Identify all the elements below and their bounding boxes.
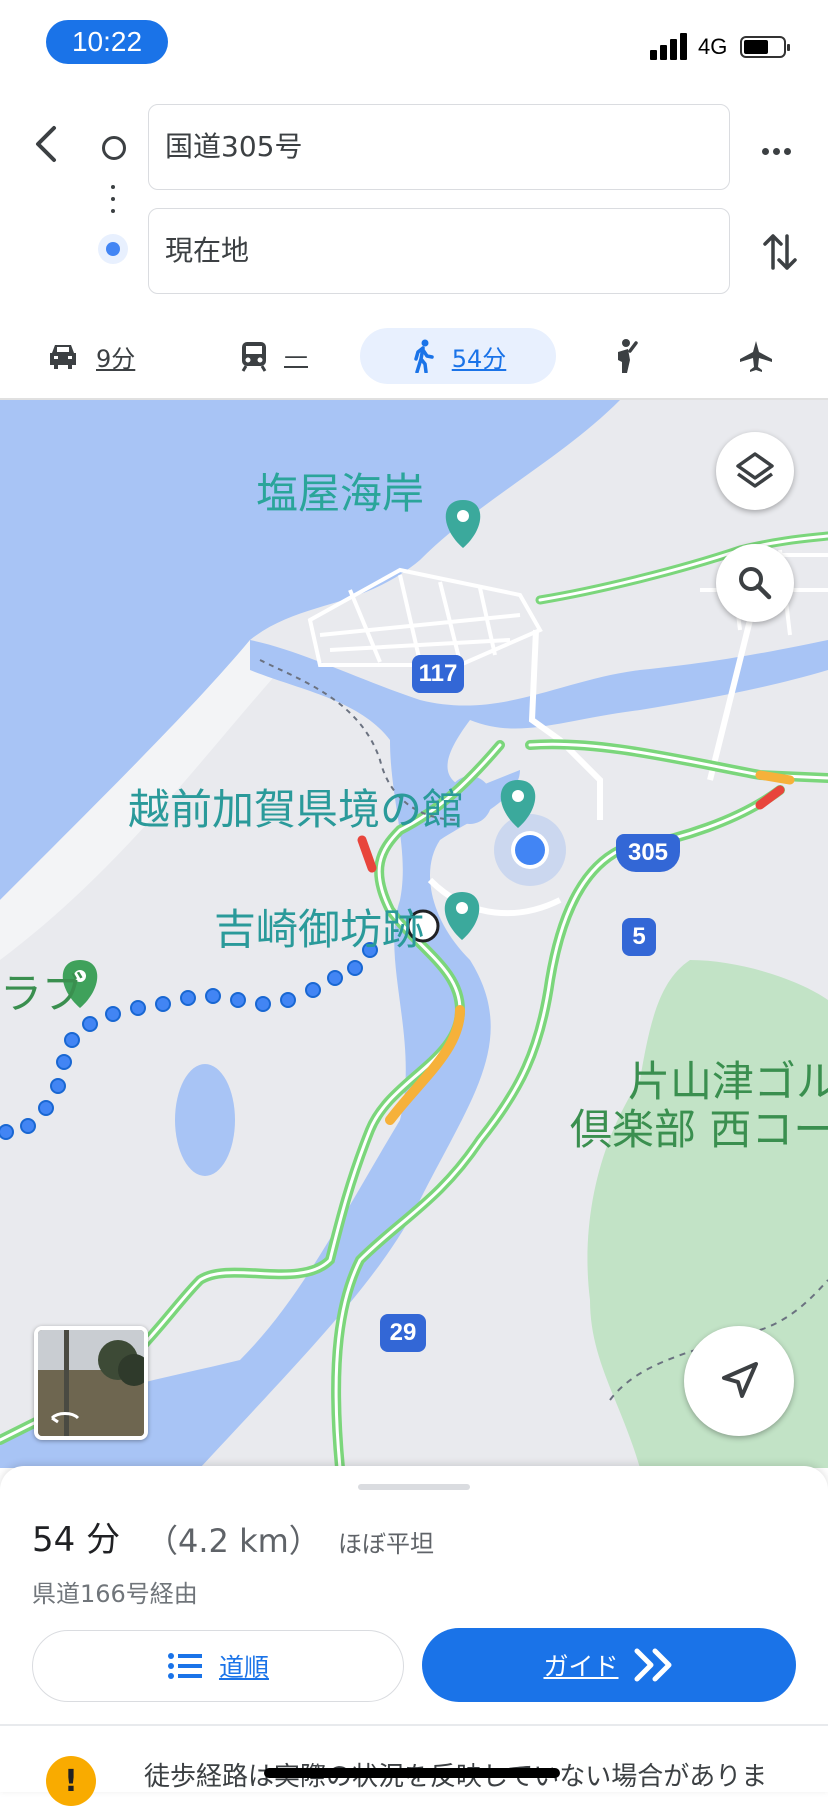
- tab-transit[interactable]: —: [240, 330, 308, 382]
- tab-car[interactable]: 9分: [46, 330, 135, 382]
- car-duration: 9分: [96, 344, 136, 373]
- sheet-drag-handle[interactable]: [358, 1484, 470, 1490]
- poi-label-golf-line2[interactable]: 倶楽部 西コー: [570, 1096, 828, 1157]
- search-icon: [739, 567, 772, 600]
- swap-direction-icon[interactable]: [760, 228, 800, 276]
- origin-marker-icon: [102, 136, 126, 160]
- route-distance: （4.2 km）: [146, 1522, 321, 1560]
- network-type: 4G: [698, 34, 728, 59]
- tab-flight[interactable]: [738, 330, 774, 382]
- layers-icon: [736, 452, 774, 488]
- route-summary-sheet: 54 分 （4.2 km） ほぼ平坦 県道166号経由 道順 ガイド ! 徒歩経…: [0, 1466, 828, 1806]
- ride-hail-icon: [618, 339, 638, 373]
- route-shield-5: 5: [622, 918, 656, 956]
- route-via: 県道166号経由: [32, 1580, 198, 1608]
- route-duration: 54 分: [32, 1520, 121, 1560]
- battery-icon: [740, 36, 790, 58]
- layers-button[interactable]: [716, 432, 794, 510]
- tab-ride[interactable]: [608, 330, 640, 382]
- guide-label: ガイド: [543, 1652, 619, 1681]
- status-time: 10:22: [46, 20, 168, 64]
- route-shield-305: 305: [616, 834, 680, 872]
- my-location-button[interactable]: [684, 1326, 794, 1436]
- street-view-thumbnail[interactable]: [34, 1326, 148, 1440]
- route-terrain: ほぼ平坦: [338, 1530, 434, 1558]
- airplane-icon: [740, 341, 772, 372]
- tab-walk[interactable]: 54分: [360, 328, 556, 384]
- origin-field[interactable]: 国道305号: [148, 104, 730, 190]
- destination-field[interactable]: 現在地: [148, 208, 730, 294]
- steps-label: 道順: [218, 1653, 269, 1682]
- map-view[interactable]: 塩屋海岸 越前加賀県境の館 吉崎御坊跡 ラブ 片山津ゴル 倶楽部 西コー 117…: [0, 400, 828, 1468]
- route-shield-117: 117: [412, 655, 464, 693]
- route-shield-29: 29: [380, 1314, 426, 1352]
- car-icon: [50, 345, 76, 369]
- poi-label-beach[interactable]: 塩屋海岸: [256, 460, 424, 521]
- home-indicator[interactable]: [264, 1768, 560, 1778]
- navigation-arrow-icon: [722, 1362, 758, 1398]
- sheet-divider: [0, 1724, 828, 1726]
- list-icon: [167, 1653, 202, 1679]
- search-button[interactable]: [716, 544, 794, 622]
- route-dots-icon: [111, 185, 115, 213]
- destination-marker-icon: [98, 234, 128, 264]
- more-options-icon[interactable]: [762, 140, 795, 159]
- poi-label-ruins[interactable]: 吉崎御坊跡: [214, 896, 424, 957]
- warning-icon: !: [46, 1756, 96, 1806]
- train-icon: [241, 342, 267, 372]
- poi-label-golf-partial[interactable]: ラブ: [0, 960, 84, 1021]
- cellular-signal-icon: [650, 28, 694, 60]
- guide-button[interactable]: ガイド: [422, 1628, 796, 1702]
- steps-button[interactable]: 道順: [32, 1630, 404, 1702]
- walk-duration: 54分: [451, 344, 507, 373]
- poi-label-museum[interactable]: 越前加賀県境の館: [128, 776, 464, 837]
- walk-icon: [413, 339, 434, 373]
- back-arrow-icon[interactable]: [28, 122, 68, 166]
- double-chevron-icon: [634, 1648, 671, 1682]
- transit-duration: —: [284, 342, 308, 370]
